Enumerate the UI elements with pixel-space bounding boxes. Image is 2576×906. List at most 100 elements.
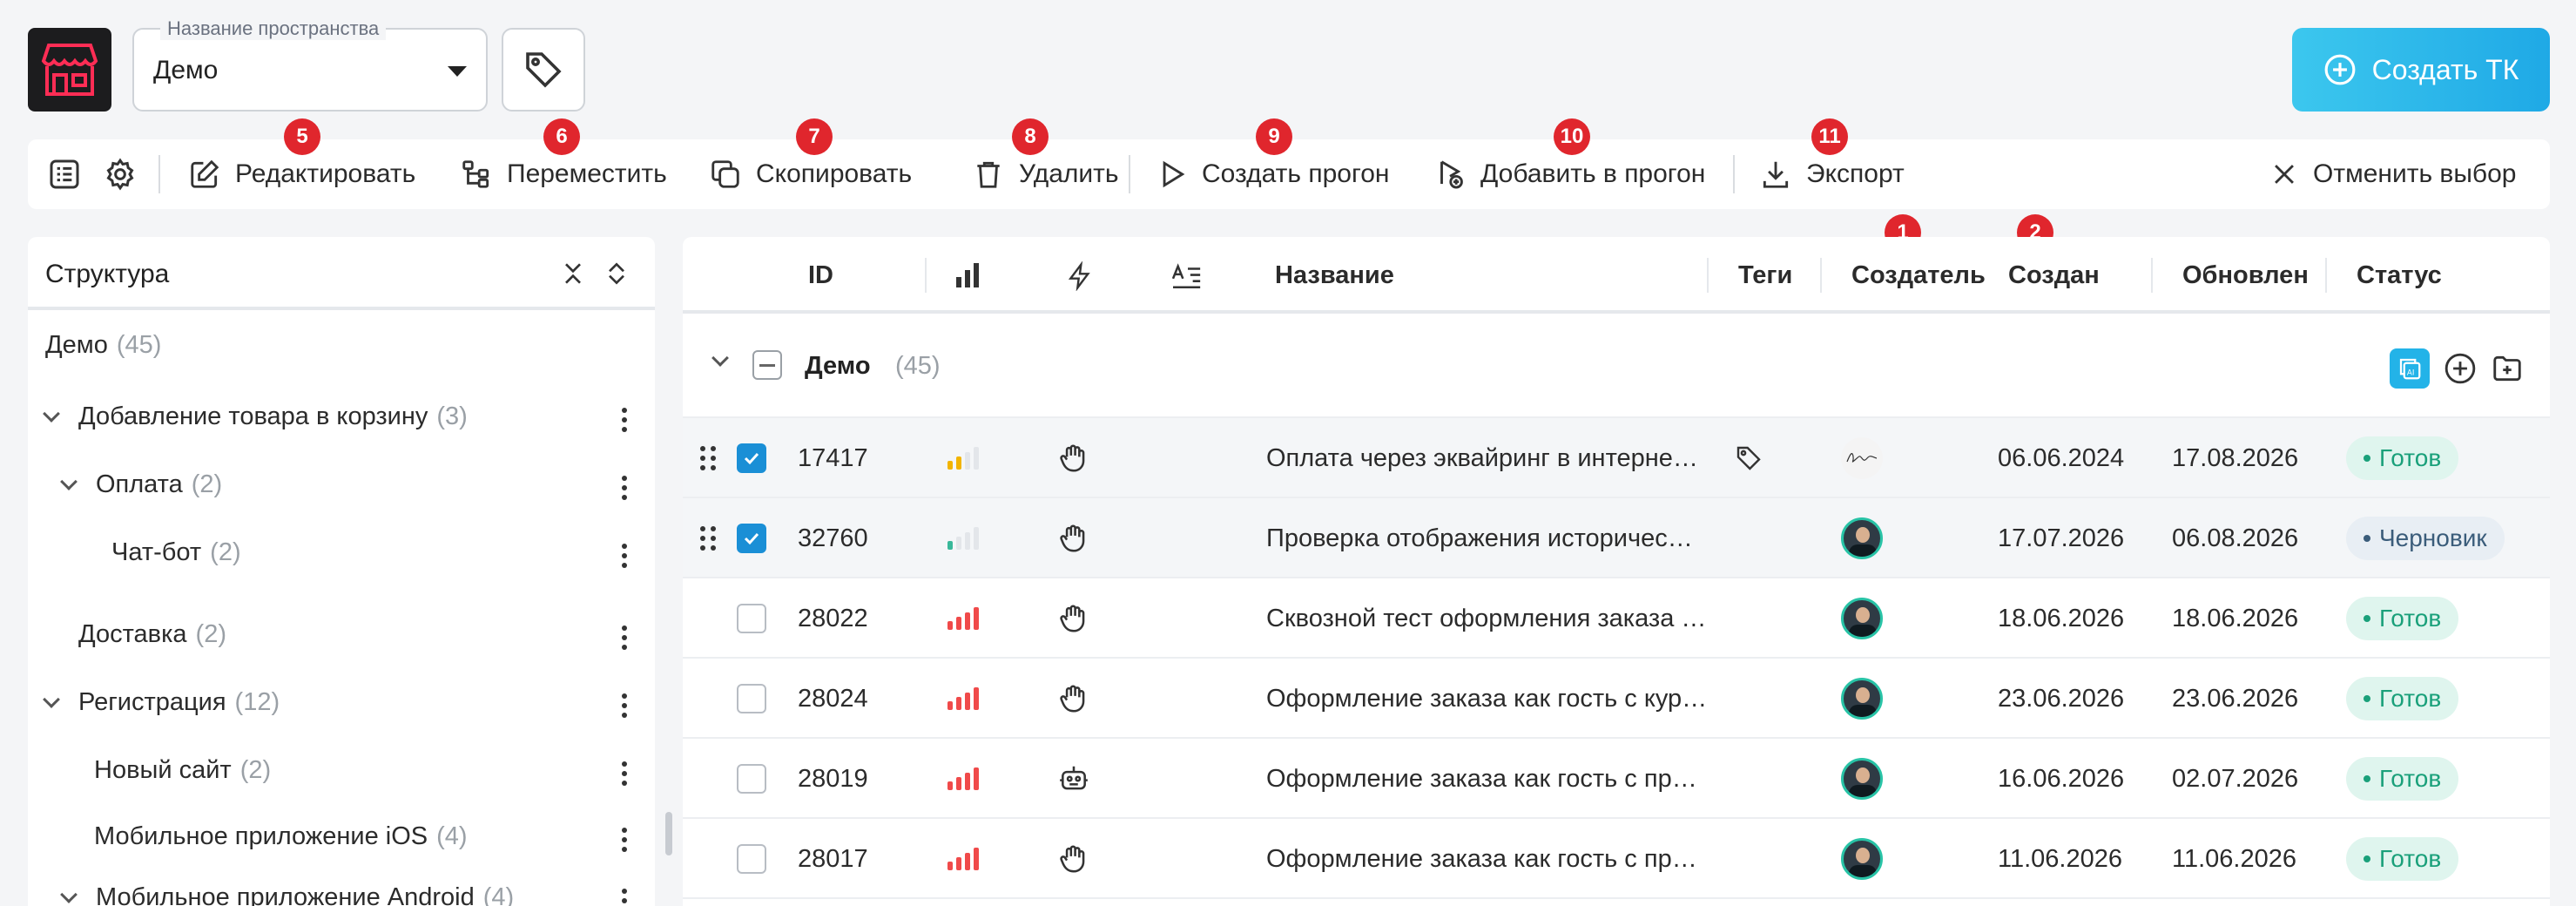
column-header-created[interactable]: Создан [2008,261,2100,290]
more-vertical-icon[interactable] [622,408,627,436]
row-tags[interactable] [1735,418,1763,498]
creator-avatar [1841,598,1883,639]
tree-item-registration[interactable]: Регистрация (12) [43,688,280,717]
settings-button[interactable] [103,139,138,209]
ai-generate-button[interactable]: AI [2390,348,2430,389]
drag-handle-icon[interactable] [700,418,716,498]
column-header-id[interactable]: ID [808,261,833,290]
create-test-case-label: Создать ТК [2371,53,2519,85]
delete-label: Удалить [1019,159,1119,188]
row-created: 16.06.2026 [1998,764,2125,793]
column-header-updated[interactable]: Обновлен [2182,261,2309,290]
row-creator [1841,659,1883,739]
row-name[interactable]: Оформление заказа как гость с кур… [1266,659,1707,739]
more-vertical-icon[interactable] [622,761,627,790]
check-icon [744,532,759,545]
tree-root-demo[interactable]: Демо (45) [45,331,161,360]
table-row[interactable]: 17417 Оплата через эквайринг в интерне… … [683,418,2550,498]
row-name[interactable]: Сквозной тест оформления заказа … [1266,578,1706,659]
store-logo[interactable] [28,28,111,112]
group-select-checkbox[interactable] [752,350,782,380]
row-id[interactable]: 17417 [798,418,868,498]
tree-item-chatbot[interactable]: Чат-бот (2) [111,538,241,567]
more-vertical-icon[interactable] [622,693,627,722]
add-to-run-label: Добавить в прогон [1480,159,1706,188]
more-vertical-icon[interactable] [622,889,627,906]
tree-item-label: Добавление товара в корзину [78,402,428,430]
collapse-all-icon[interactable] [559,260,587,287]
more-vertical-icon[interactable] [622,476,627,504]
cancel-selection-button[interactable]: Отменить выбор [2269,139,2516,209]
chevron-down-icon[interactable] [711,349,729,367]
chevron-down-icon[interactable] [43,404,60,423]
chevron-down-icon[interactable] [60,885,78,903]
status-badge: Готов [2346,436,2459,480]
row-name[interactable]: Оплата через эквайринг в интерне… [1266,418,1698,498]
text-sort-icon[interactable] [1170,261,1205,291]
row-status[interactable]: Черновик [2346,498,2505,578]
delete-button[interactable]: Удалить [972,139,1119,209]
tree-item-payment[interactable]: Оплата (2) [60,470,222,499]
row-checkbox[interactable] [737,764,766,794]
manual-hand-icon [1060,524,1085,552]
plus-circle-icon[interactable] [2444,352,2477,385]
column-header-status[interactable]: Статус [2357,261,2442,290]
row-created: 06.06.2024 [1998,443,2125,472]
drag-handle-icon[interactable] [700,498,716,578]
sidebar-scrollbar[interactable] [665,812,672,855]
tree-item-delivery[interactable]: Доставка (2) [78,620,226,649]
tags-button[interactable] [502,28,585,112]
column-header-name[interactable]: Название [1275,261,1394,290]
row-checkbox[interactable] [737,604,766,633]
table-row[interactable]: 32760 Проверка отображения историчес… 17… [683,498,2550,578]
column-header-creator[interactable]: Создатель [1851,261,1986,290]
expand-all-icon[interactable] [603,260,631,287]
row-name[interactable]: Проверка отображения историчес… [1266,498,1693,578]
more-vertical-icon[interactable] [622,544,627,572]
row-id[interactable]: 28017 [798,819,868,899]
column-header-tags[interactable]: Теги [1738,261,1792,290]
row-checkbox[interactable] [737,443,766,473]
tree-item-count: (4) [482,883,515,906]
table-row[interactable]: 28017 Оформление заказа как гость с пр… … [683,819,2550,899]
row-status[interactable]: Готов [2346,578,2459,659]
chevron-down-icon[interactable] [43,690,60,708]
group-row-demo[interactable]: Демо (45) AI [683,314,2550,418]
row-status[interactable]: Готов [2346,659,2459,739]
row-status[interactable]: Готов [2346,739,2459,819]
row-name[interactable]: Оформление заказа как гость с пр… [1266,739,1697,819]
row-id[interactable]: 32760 [798,498,868,578]
row-status[interactable]: Готов [2346,819,2459,899]
create-test-case-button[interactable]: Создать ТК [2292,28,2550,112]
priority-column-icon[interactable] [954,263,982,287]
space-select[interactable]: Название пространства Демо [132,17,488,112]
more-vertical-icon[interactable] [622,828,627,856]
row-creator [1841,739,1883,819]
row-id[interactable]: 28019 [798,739,868,819]
row-status[interactable]: Готов [2346,418,2459,498]
view-toggle-button[interactable] [47,139,82,209]
add-folder-icon[interactable] [2491,352,2524,385]
row-checkbox[interactable] [737,524,766,553]
row-checkbox[interactable] [737,684,766,713]
lightning-icon[interactable] [1066,261,1094,291]
row-checkbox[interactable] [737,844,766,874]
tree-item-add-to-cart[interactable]: Добавление товара в корзину (3) [43,402,468,431]
test-type [1057,418,1090,498]
row-id[interactable]: 28022 [798,578,868,659]
space-select-label: Название пространства [160,17,387,40]
tree-item-new-site[interactable]: Новый сайт (2) [94,756,271,785]
table-row[interactable]: 28022 Сквозной тест оформления заказа … … [683,578,2550,659]
tree-item-label: Мобильное приложение iOS [94,822,428,850]
table-row[interactable]: 28024 Оформление заказа как гость с кур…… [683,659,2550,739]
priority-bars [947,418,979,498]
row-updated: 18.06.2026 [2172,604,2299,632]
more-vertical-icon[interactable] [622,625,627,654]
tree-item-mobile-android[interactable]: Мобильное приложение Android (4) [60,883,515,906]
status-badge: Готов [2346,837,2459,881]
table-row[interactable]: 28019 Оформление заказа как гость с пр… … [683,739,2550,819]
row-id[interactable]: 28024 [798,659,868,739]
chevron-down-icon[interactable] [60,472,78,490]
tree-item-mobile-ios[interactable]: Мобильное приложение iOS (4) [94,822,468,851]
row-name[interactable]: Оформление заказа как гость с пр… [1266,819,1697,899]
